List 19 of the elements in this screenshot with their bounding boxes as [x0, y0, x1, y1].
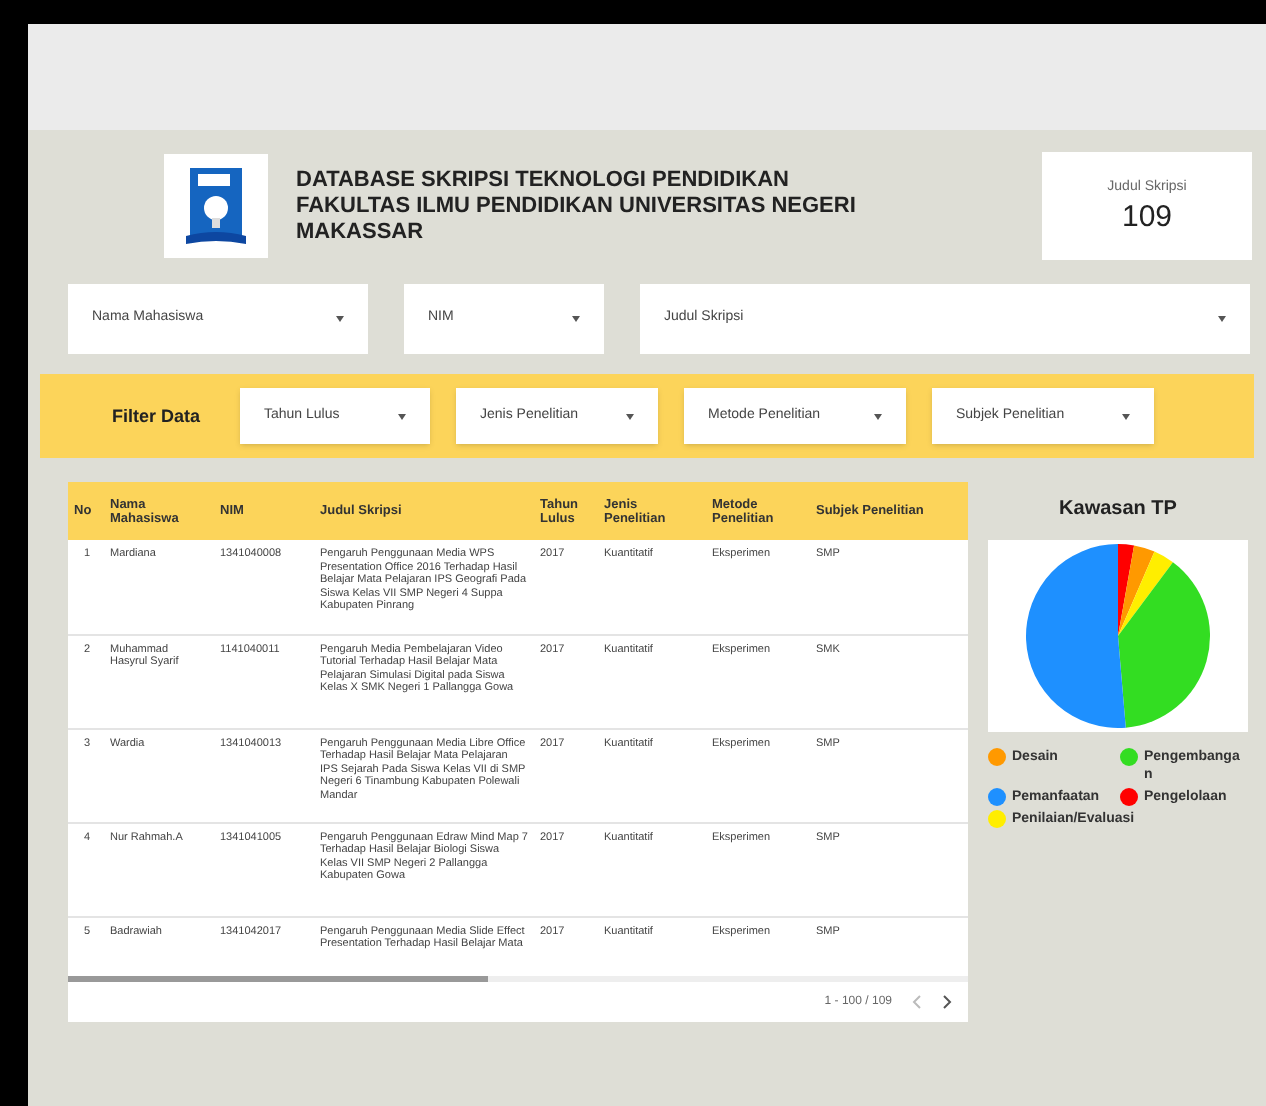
filter-label: Filter Data	[110, 405, 203, 427]
dropdown-arrow-icon	[398, 413, 406, 419]
pie-slice[interactable]	[1118, 562, 1210, 728]
scorecard-value: 109	[1121, 199, 1173, 234]
horizontal-scrollbar[interactable]	[68, 976, 968, 982]
dropdown-arrow-icon	[572, 316, 580, 322]
dropdown-arrow-icon	[1218, 316, 1226, 322]
pie-slice[interactable]	[1118, 544, 1135, 636]
pie-slice[interactable]	[1118, 545, 1155, 636]
chart-title: Kawasan TP	[1059, 496, 1177, 524]
pie-slice[interactable]	[1026, 544, 1126, 728]
dashboard-title: DATABASE SKRIPSI TEKNOLOGI PENDIDIKAN FAKULTAS ILMU PENDIDIKAN UNIVERSITAS NEGERI MAKASSAR	[296, 167, 858, 245]
dropdown-arrow-icon	[874, 413, 882, 419]
dropdown-arrow-icon	[626, 413, 634, 419]
dropdown-arrow-icon	[336, 316, 344, 322]
dropdown-arrow-icon	[1122, 413, 1130, 419]
book-lightbulb-logo-icon	[184, 164, 248, 248]
pie-slice[interactable]	[1118, 551, 1173, 636]
next-page-icon[interactable]	[942, 994, 952, 1010]
